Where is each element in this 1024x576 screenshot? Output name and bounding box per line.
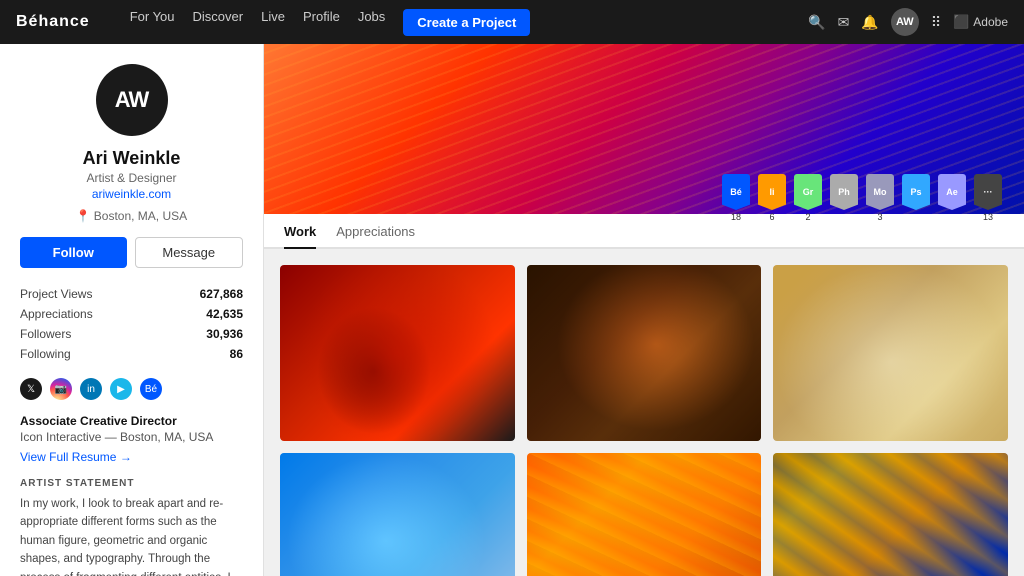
instagram-icon[interactable]: 📷 (50, 378, 72, 400)
linkedin-icon[interactable]: in (80, 378, 102, 400)
bell-icon[interactable]: 🔔 (861, 14, 878, 31)
badge-more[interactable]: ··· 13 (972, 174, 1004, 222)
stat-value-followers: 30,936 (206, 327, 243, 341)
project-card-5[interactable] (527, 453, 762, 576)
navbar: Béhance For You Discover Live Profile Jo… (0, 0, 1024, 44)
project-card-3[interactable] (773, 265, 1008, 441)
mail-icon[interactable]: ✉ (838, 14, 850, 31)
follow-button[interactable]: Follow (20, 237, 127, 268)
stat-label-followers: Followers (20, 327, 71, 341)
badge-icon-illustrator: Ii (758, 174, 786, 210)
stat-project-views: Project Views 627,868 (20, 284, 243, 304)
create-project-button[interactable]: Create a Project (403, 9, 530, 36)
action-buttons: Follow Message (20, 237, 243, 268)
project-card-2[interactable] (527, 265, 762, 441)
job-company: Icon Interactive — Boston, MA, USA (20, 430, 243, 444)
badge-count-behance: 18 (731, 212, 741, 222)
stat-label-following: Following (20, 347, 71, 361)
brand-logo[interactable]: Béhance (16, 13, 90, 31)
profile-website-link[interactable]: ariweinkle.com (20, 187, 243, 201)
nav-links: For You Discover Live Profile Jobs Creat… (130, 9, 789, 36)
avatar[interactable]: AW (891, 8, 919, 36)
stat-appreciations: Appreciations 42,635 (20, 304, 243, 324)
profile-avatar: AW (96, 64, 168, 136)
badge-icon-ph: Ph (830, 174, 858, 210)
tab-appreciations[interactable]: Appreciations (336, 214, 415, 249)
behance-icon[interactable]: Bé (140, 378, 162, 400)
badge-count-more: 13 (983, 212, 993, 222)
badge-count-illustrator: 6 (769, 212, 774, 222)
badge-count-gr: 2 (805, 212, 810, 222)
stat-label-appreciations: Appreciations (20, 307, 93, 321)
projects-grid (264, 249, 1024, 576)
badge-ae[interactable]: Ae (936, 174, 968, 222)
stat-label-views: Project Views (20, 287, 92, 301)
nav-right: 🔍 ✉ 🔔 AW ⠿ ⬛ Adobe (808, 8, 1008, 36)
stat-value-appreciations: 42,635 (206, 307, 243, 321)
stat-followers: Followers 30,936 (20, 324, 243, 344)
adobe-badge: ⬛ Adobe (953, 14, 1008, 30)
profile-title: Artist & Designer (20, 171, 243, 185)
badge-count-mo: 3 (877, 212, 882, 222)
main-content: Bé 18 Ii 6 Gr 2 Ph Mo 3 Ps (264, 44, 1024, 576)
view-resume-link[interactable]: View Full Resume → (20, 450, 243, 464)
page-container: AW Ari Weinkle Artist & Designer ariwein… (0, 44, 1024, 576)
badge-mo[interactable]: Mo 3 (864, 174, 896, 222)
badge-ph[interactable]: Ph (828, 174, 860, 222)
badge-icon-mo: Mo (866, 174, 894, 210)
social-icons: 𝕏 📷 in ▶ Bé (20, 378, 243, 400)
tab-work[interactable]: Work (284, 214, 316, 249)
badge-icon-gr: Gr (794, 174, 822, 210)
stat-value-views: 627,868 (200, 287, 243, 301)
profile-name: Ari Weinkle (20, 148, 243, 169)
message-button[interactable]: Message (135, 237, 244, 268)
stats-table: Project Views 627,868 Appreciations 42,6… (20, 284, 243, 364)
nav-profile[interactable]: Profile (303, 9, 340, 36)
nav-jobs[interactable]: Jobs (358, 9, 385, 36)
artist-statement-text: In my work, I look to break apart and re… (20, 495, 243, 576)
badge-illustrator[interactable]: Ii 6 (756, 174, 788, 222)
sidebar: AW Ari Weinkle Artist & Designer ariwein… (0, 44, 264, 576)
project-card-6[interactable] (773, 453, 1008, 576)
twitter-icon[interactable]: 𝕏 (20, 378, 42, 400)
project-card-1[interactable] (280, 265, 515, 441)
adobe-label: Adobe (973, 15, 1008, 29)
badge-icon-ae: Ae (938, 174, 966, 210)
nav-live[interactable]: Live (261, 9, 285, 36)
location-pin-icon: 📍 (76, 209, 91, 223)
badge-icon-behance: Bé (722, 174, 750, 210)
search-icon[interactable]: 🔍 (808, 14, 825, 31)
badge-gr[interactable]: Gr 2 (792, 174, 824, 222)
badge-icon-more: ··· (974, 174, 1002, 210)
badge-ps[interactable]: Ps (900, 174, 932, 222)
adobe-logo-icon: ⬛ (953, 14, 969, 30)
nav-for-you[interactable]: For You (130, 9, 175, 36)
stat-following: Following 86 (20, 344, 243, 364)
vimeo-icon[interactable]: ▶ (110, 378, 132, 400)
artist-statement-label: ARTIST STATEMENT (20, 478, 243, 489)
badges-bar: Bé 18 Ii 6 Gr 2 Ph Mo 3 Ps (720, 174, 1004, 222)
badge-icon-ps: Ps (902, 174, 930, 210)
profile-location: 📍 Boston, MA, USA (20, 209, 243, 223)
project-card-4[interactable] (280, 453, 515, 576)
badge-behance[interactable]: Bé 18 (720, 174, 752, 222)
job-title: Associate Creative Director (20, 414, 243, 428)
nav-discover[interactable]: Discover (193, 9, 244, 36)
grid-icon[interactable]: ⠿ (931, 14, 941, 31)
stat-value-following: 86 (230, 347, 243, 361)
